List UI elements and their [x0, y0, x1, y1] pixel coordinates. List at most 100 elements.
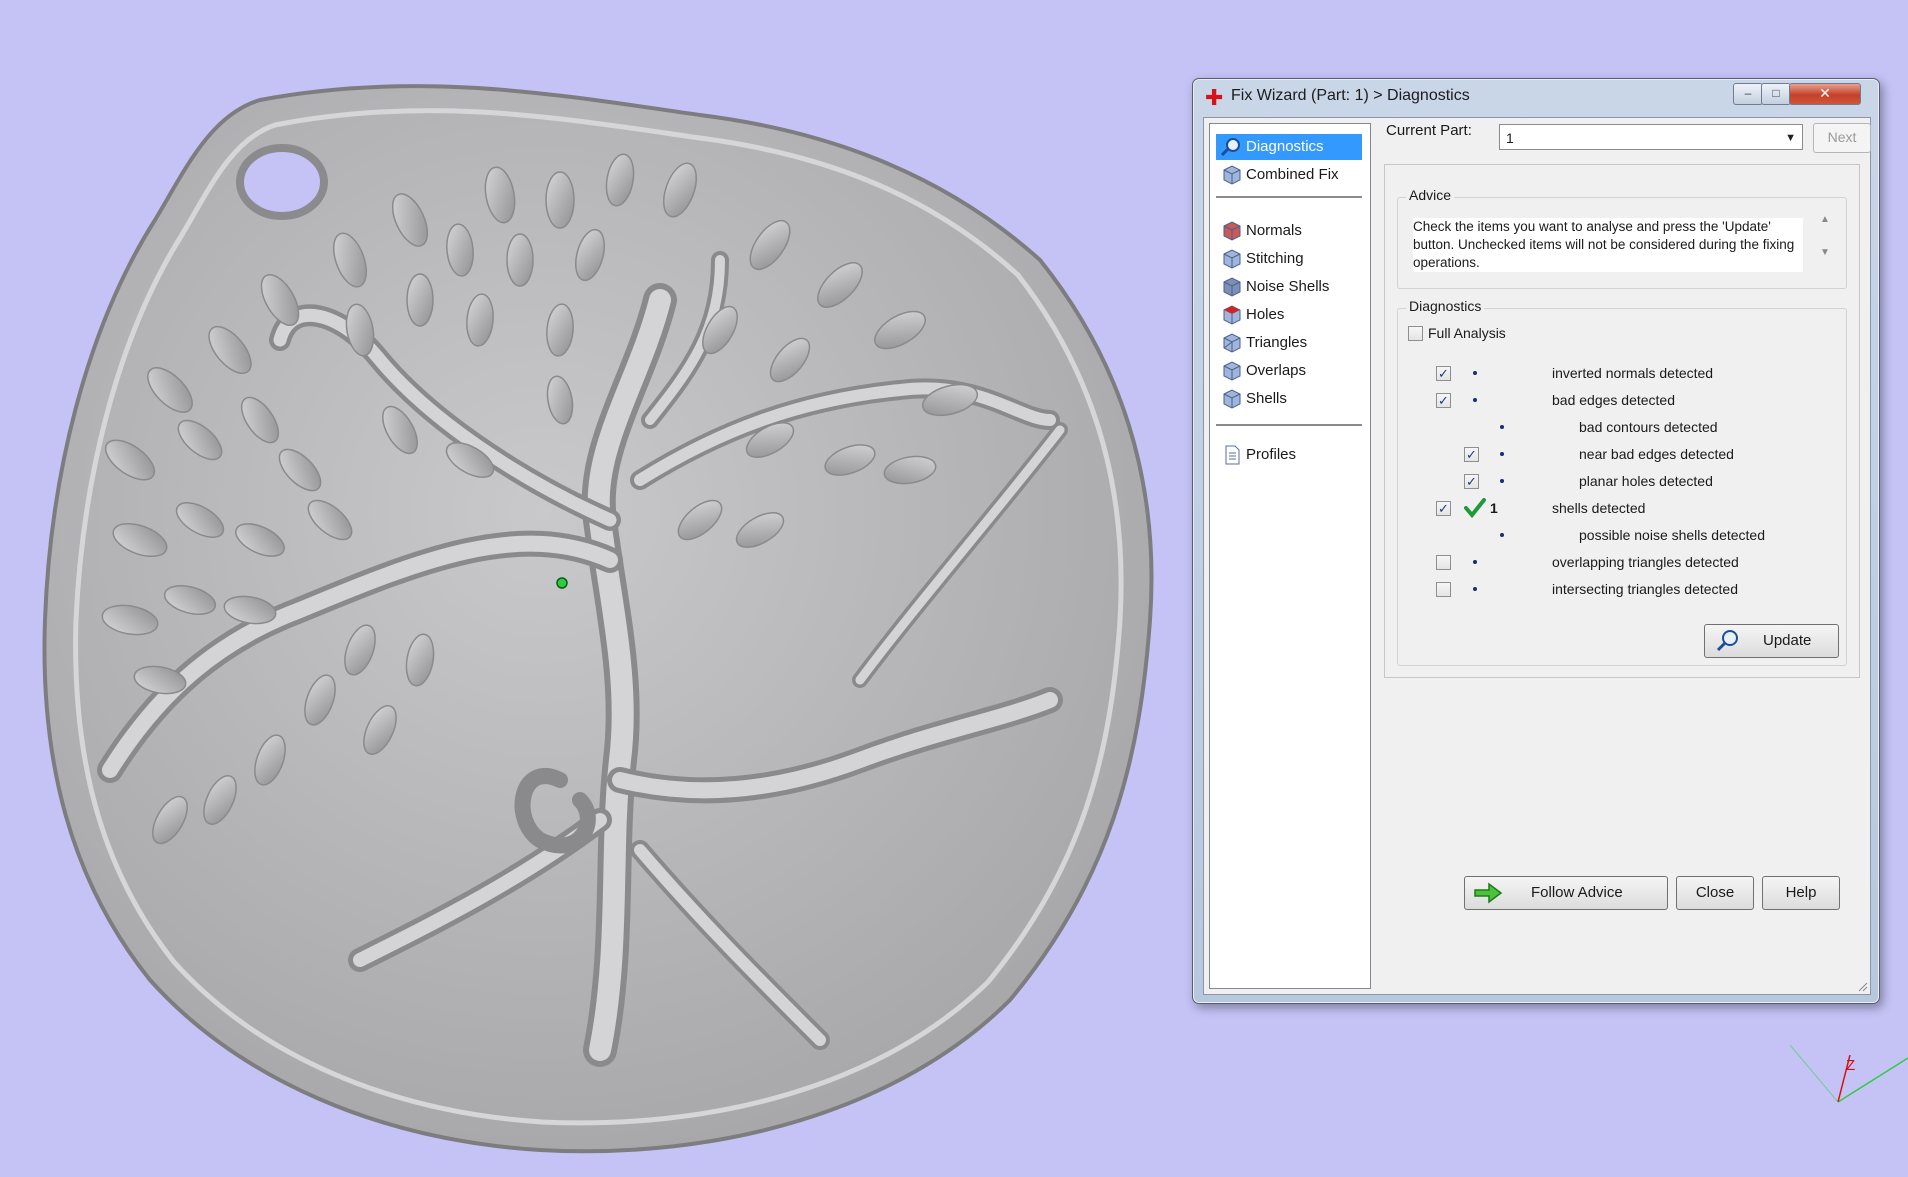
sidebar-item-label: Noise Shells — [1246, 278, 1330, 295]
cube-icon — [1223, 165, 1241, 185]
sidebar-item-shells[interactable]: Shells — [1216, 386, 1362, 412]
sidebar-item-label: Diagnostics — [1246, 138, 1324, 155]
checkbox[interactable] — [1464, 444, 1479, 466]
document-icon — [1225, 445, 1240, 465]
checkbox[interactable] — [1436, 555, 1451, 570]
update-button[interactable]: Update — [1704, 624, 1839, 658]
sidebar-item-label: Normals — [1246, 222, 1302, 239]
cube-icon — [1223, 333, 1241, 353]
full-analysis-label: Full Analysis — [1428, 325, 1506, 341]
sidebar-item-normals[interactable]: Normals — [1216, 218, 1362, 244]
checkbox[interactable] — [1436, 363, 1451, 385]
status-bullet — [1500, 452, 1504, 456]
diag-row-bad-contours: bad contours detected — [1398, 416, 1838, 438]
next-button[interactable]: Next — [1813, 123, 1871, 153]
diag-label: planar holes detected — [1579, 473, 1713, 489]
diag-label: overlapping triangles detected — [1552, 554, 1739, 570]
diag-label: bad contours detected — [1579, 419, 1718, 435]
diag-label: intersecting triangles detected — [1552, 581, 1738, 597]
sidebar-item-holes[interactable]: Holes — [1216, 302, 1362, 328]
cube-icon — [1223, 249, 1241, 269]
follow-advice-label: Follow Advice — [1531, 884, 1623, 901]
full-analysis-checkbox[interactable] — [1408, 326, 1423, 341]
chevron-down-icon: ▼ — [1785, 132, 1796, 144]
title-bar[interactable]: ✚ Fix Wizard (Part: 1) > Diagnostics – □… — [1193, 79, 1879, 113]
sidebar-item-stitching[interactable]: Stitching — [1216, 246, 1362, 272]
diag-row-shells: 1 shells detected — [1398, 497, 1838, 520]
checkbox[interactable] — [1436, 390, 1451, 412]
sidebar-divider — [1216, 196, 1362, 198]
cube-icon — [1223, 277, 1241, 297]
checkbox[interactable] — [1436, 498, 1451, 520]
sidebar-item-profiles[interactable]: Profiles — [1216, 442, 1362, 468]
status-bullet — [1473, 560, 1477, 564]
diag-row-intersecting-triangles: intersecting triangles detected — [1398, 578, 1838, 600]
advice-title: Advice — [1406, 187, 1455, 203]
cube-icon — [1223, 361, 1241, 381]
diag-label: shells detected — [1552, 500, 1646, 516]
close-button[interactable]: Close — [1676, 876, 1754, 910]
advice-scrollbar[interactable]: ▲ ▼ — [1816, 214, 1834, 278]
resize-grip-icon[interactable] — [1856, 980, 1868, 992]
diag-row-planar-holes: planar holes detected — [1398, 470, 1838, 493]
sidebar-item-noise-shells[interactable]: Noise Shells — [1216, 274, 1362, 300]
sidebar-item-label: Triangles — [1246, 334, 1308, 351]
checkbox[interactable] — [1464, 471, 1479, 493]
sidebar-item-label: Stitching — [1246, 250, 1304, 267]
current-part-label: Current Part: — [1386, 122, 1472, 139]
diag-row-inverted-normals: inverted normals detected — [1398, 362, 1838, 385]
diag-row-near-bad-edges: near bad edges detected — [1398, 443, 1838, 466]
follow-advice-button[interactable]: Follow Advice — [1464, 876, 1668, 910]
help-button[interactable]: Help — [1762, 876, 1840, 910]
sidebar-item-label: Combined Fix — [1246, 166, 1339, 183]
green-arrow-icon — [1474, 882, 1503, 904]
diag-row-bad-edges: bad edges detected — [1398, 389, 1838, 412]
status-bullet — [1500, 533, 1504, 537]
diag-row-overlapping-triangles: overlapping triangles detected — [1398, 551, 1838, 573]
maximize-button[interactable]: □ — [1761, 83, 1791, 105]
diag-label: inverted normals detected — [1552, 365, 1714, 381]
diag-label: bad edges detected — [1552, 392, 1675, 408]
window-title: Fix Wizard (Part: 1) > Diagnostics — [1231, 87, 1470, 104]
diagnostics-group: Diagnostics Full Analysis inverted norma… — [1397, 298, 1847, 666]
diagnostics-title: Diagnostics — [1406, 298, 1485, 314]
diag-row-noise-shells: possible noise shells detected — [1398, 524, 1838, 546]
pendant-model[interactable] — [42, 84, 1154, 1154]
diag-label: possible noise shells detected — [1579, 527, 1766, 543]
diag-label: near bad edges detected — [1579, 446, 1734, 462]
current-part-value: 1 — [1506, 130, 1514, 146]
status-bullet — [1473, 371, 1477, 375]
green-checkmark-icon — [1464, 498, 1486, 518]
update-button-label: Update — [1763, 632, 1812, 649]
sidebar-item-triangles[interactable]: Triangles — [1216, 330, 1362, 356]
vertex-marker — [556, 577, 568, 589]
cube-icon — [1223, 305, 1241, 325]
current-part-select[interactable]: 1 ▼ — [1499, 124, 1803, 150]
sidebar-item-label: Holes — [1246, 306, 1285, 323]
red-cross-icon: ✚ — [1205, 85, 1224, 110]
fix-wizard-dialog: ✚ Fix Wizard (Part: 1) > Diagnostics – □… — [1192, 78, 1880, 1004]
advice-text: Check the items you want to analyse and … — [1413, 218, 1803, 272]
status-bullet — [1473, 587, 1477, 591]
axis-label-z: Z — [1846, 1057, 1855, 1074]
sidebar-item-overlaps[interactable]: Overlaps — [1216, 358, 1362, 384]
axis-gizmo: Z — [1789, 1044, 1908, 1103]
status-bullet — [1500, 425, 1504, 429]
minimize-button[interactable]: – — [1733, 83, 1763, 105]
sidebar-item-label: Overlaps — [1246, 362, 1307, 379]
status-bullet — [1473, 398, 1477, 402]
sidebar-item-diagnostics[interactable]: Diagnostics — [1216, 134, 1362, 160]
advice-group: Advice Check the items you want to analy… — [1397, 187, 1847, 289]
checkbox[interactable] — [1436, 582, 1451, 597]
close-window-button[interactable]: ✕ — [1789, 83, 1861, 105]
magnifier-icon — [1220, 138, 1240, 157]
sidebar-item-label: Shells — [1246, 390, 1287, 407]
magnifier-icon — [1716, 630, 1738, 652]
sidebar-item-combined-fix[interactable]: Combined Fix — [1216, 162, 1362, 188]
diag-result: 1 — [1490, 500, 1498, 516]
sidebar-item-label: Profiles — [1246, 446, 1297, 463]
sidebar-divider — [1216, 424, 1362, 426]
cube-icon — [1223, 221, 1241, 241]
cube-icon — [1223, 389, 1241, 409]
diagnostics-panel: Advice Check the items you want to analy… — [1384, 164, 1860, 678]
